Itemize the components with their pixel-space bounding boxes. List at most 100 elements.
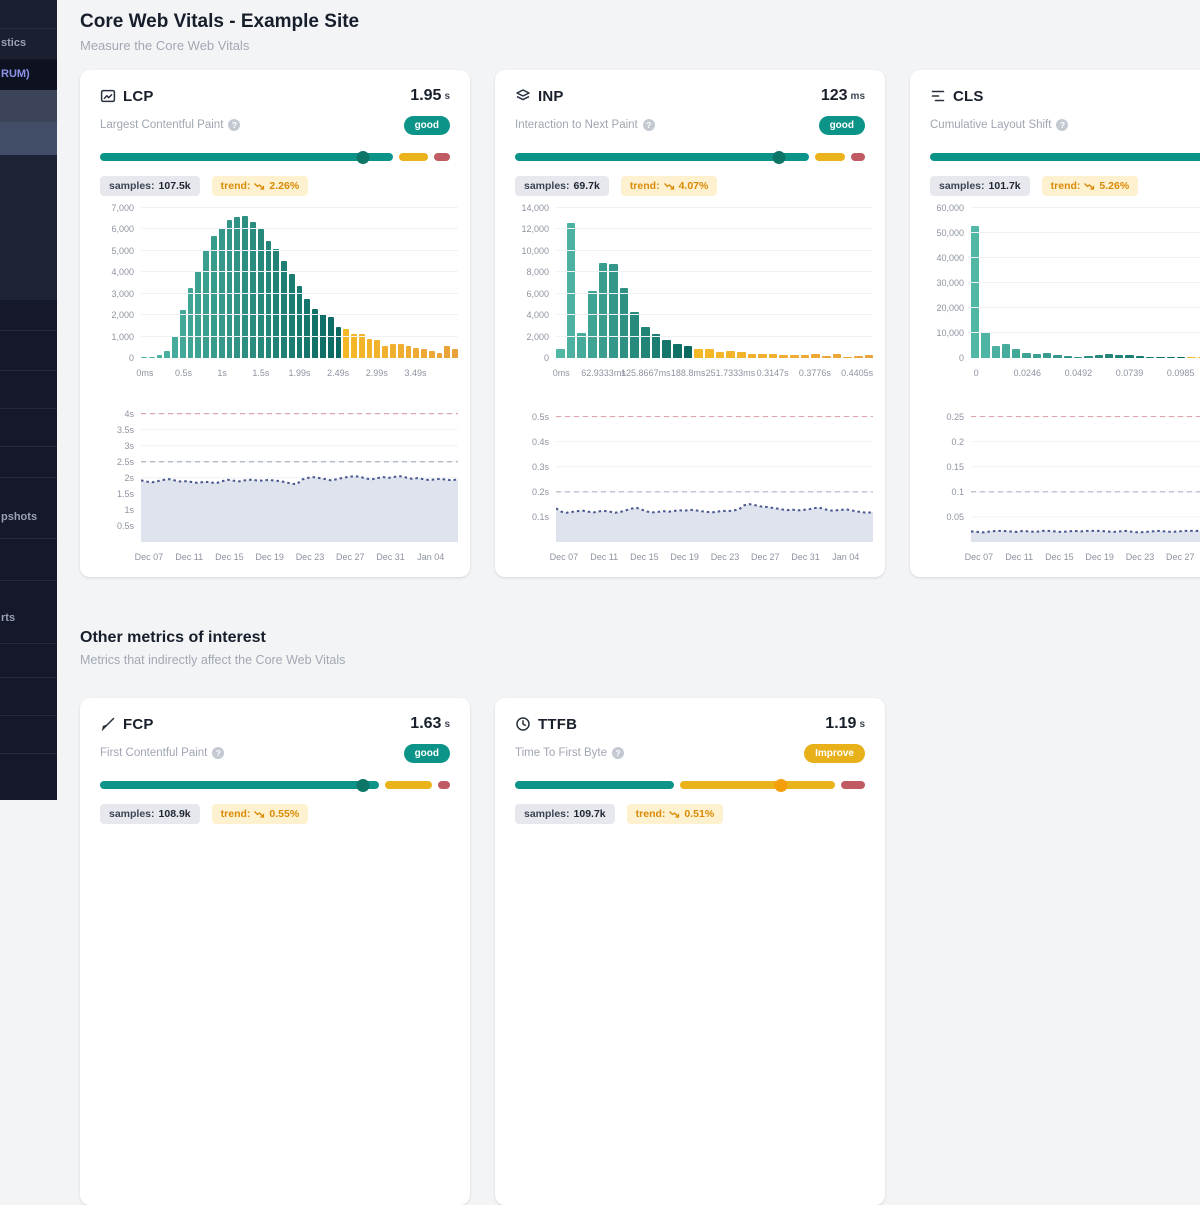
samples-badge: samples:109.7k	[515, 804, 615, 824]
gauge-segment-yellow	[385, 781, 432, 789]
y-tick-label: 14,000	[521, 203, 549, 213]
histogram-plot	[971, 208, 1200, 358]
sidebar-item-rum[interactable]: RUM)	[0, 60, 57, 90]
histogram-bar	[1043, 353, 1051, 358]
y-tick-label: 2.5s	[117, 457, 134, 467]
sidebar-subitem[interactable]	[0, 122, 57, 155]
sidebar-item-reports[interactable]: rts	[0, 606, 57, 636]
help-icon[interactable]: ?	[643, 119, 655, 131]
trend-badge: trend:0.55%	[212, 804, 309, 824]
help-icon[interactable]: ?	[212, 747, 224, 759]
histogram-bar	[351, 334, 357, 358]
y-tick-label: 0.4s	[532, 437, 549, 447]
histogram-bar	[1002, 344, 1010, 358]
samples-label: samples:	[524, 808, 570, 820]
sidebar-item-diagnostics[interactable]: stics	[0, 29, 57, 59]
histogram-bar	[609, 264, 618, 358]
gridline	[556, 271, 873, 272]
card-subheader: Time To First Byte? Improve	[515, 743, 865, 763]
gridline	[971, 232, 1200, 233]
histogram-bar	[258, 229, 264, 358]
x-tick-label: Dec 15	[630, 552, 659, 562]
sidebar-item-label: pshots	[1, 511, 37, 523]
y-tick-label: 1.5s	[117, 489, 134, 499]
histogram-bar	[421, 349, 427, 358]
histogram-bar	[1105, 354, 1113, 359]
status-badge: Improve	[804, 744, 865, 763]
histogram-bar	[1187, 357, 1195, 358]
gauge-dot[interactable]	[775, 779, 788, 792]
x-tick-label: Dec 23	[711, 552, 740, 562]
x-tick-label: Dec 27	[1166, 552, 1195, 562]
y-tick-label: 1,000	[111, 332, 134, 342]
timeseries-x-axis: Dec 07Dec 11Dec 15Dec 19Dec 23Dec 27Dec …	[556, 550, 873, 564]
y-tick-label: 6,000	[111, 224, 134, 234]
x-tick-label: 1.5s	[252, 368, 269, 378]
section-subtitle-other-metrics: Metrics that indirectly affect the Core …	[80, 653, 345, 667]
trend-badge: trend:4.07%	[621, 176, 718, 196]
histogram-bar	[716, 352, 725, 358]
x-tick-label: 0ms	[136, 368, 153, 378]
histogram-bar	[769, 354, 778, 358]
sidebar-subitem[interactable]	[0, 90, 57, 122]
y-tick-label: 50,000	[936, 228, 964, 238]
histogram-bar	[641, 327, 650, 358]
y-tick-label: 0	[959, 353, 964, 363]
sidebar-item-label: rts	[1, 612, 15, 624]
y-tick-label: 1s	[124, 505, 134, 515]
histogram-bar	[234, 217, 240, 358]
timeseries-y-axis: 0.5s1s1.5s2s2.5s3s3.5s4s	[100, 404, 134, 542]
x-tick-label: Dec 23	[296, 552, 325, 562]
card-header: LCP1.95s	[100, 84, 450, 108]
samples-label: samples:	[939, 180, 985, 192]
clock-icon	[515, 716, 532, 733]
x-tick-label: Dec 27	[751, 552, 780, 562]
samples-badge: samples:69.7k	[515, 176, 609, 196]
gauge-segment-red	[851, 153, 865, 161]
help-icon[interactable]: ?	[1056, 119, 1068, 131]
x-tick-label: Dec 19	[670, 552, 699, 562]
timeseries-plot	[141, 404, 458, 542]
y-tick-label: 30,000	[936, 278, 964, 288]
x-tick-label: 0.5s	[175, 368, 192, 378]
badge-row: samples:101.7ktrend:5.26%	[930, 176, 1200, 196]
histogram-bar	[577, 333, 586, 358]
x-tick-label: Dec 19	[255, 552, 284, 562]
gauge-dot[interactable]	[773, 151, 786, 164]
metric-unit: s	[859, 719, 865, 730]
gridline	[141, 293, 458, 294]
x-tick-label: 62.9333ms	[581, 368, 626, 378]
histogram-bar	[705, 349, 714, 358]
threshold-gauge	[100, 150, 450, 164]
x-tick-label: 0.0246	[1013, 368, 1041, 378]
metric-name: LCP	[123, 88, 154, 105]
trend-badge: trend:2.26%	[212, 176, 309, 196]
histogram-y-axis: 010,00020,00030,00040,00050,00060,000	[930, 208, 964, 358]
histogram-bar	[758, 354, 767, 358]
help-icon[interactable]: ?	[612, 747, 624, 759]
histogram-bar	[343, 329, 349, 358]
histogram-x-axis: 0ms0.5s1s1.5s1.99s2.49s2.99s3.49s	[141, 366, 458, 380]
badge-row: samples:69.7k trend:4.07%	[515, 176, 865, 196]
gauge-dot[interactable]	[356, 779, 369, 792]
metric-description: Largest Contentful Paint	[100, 119, 223, 131]
trend-badge: trend:0.51%	[627, 804, 724, 824]
trend-down-icon	[669, 810, 680, 819]
x-tick-label: 0.0492	[1065, 368, 1093, 378]
gridline	[141, 228, 458, 229]
x-tick-label: 1s	[217, 368, 227, 378]
gauge-dot[interactable]	[356, 151, 369, 164]
y-tick-label: 8,000	[526, 267, 549, 277]
histogram-bar	[242, 216, 248, 359]
gridline	[141, 250, 458, 251]
help-icon[interactable]: ?	[228, 119, 240, 131]
samples-value: 107.5k	[159, 180, 191, 192]
histogram-bar	[567, 223, 576, 358]
metric-description: Interaction to Next Paint	[515, 119, 638, 131]
layers-icon	[515, 88, 532, 105]
gauge-segment-red	[438, 781, 450, 789]
metric-description: Time To First Byte	[515, 747, 607, 759]
sidebar-item-snapshots[interactable]: pshots	[0, 505, 57, 535]
x-tick-label: Dec 31	[791, 552, 820, 562]
histogram-bar	[673, 344, 682, 358]
